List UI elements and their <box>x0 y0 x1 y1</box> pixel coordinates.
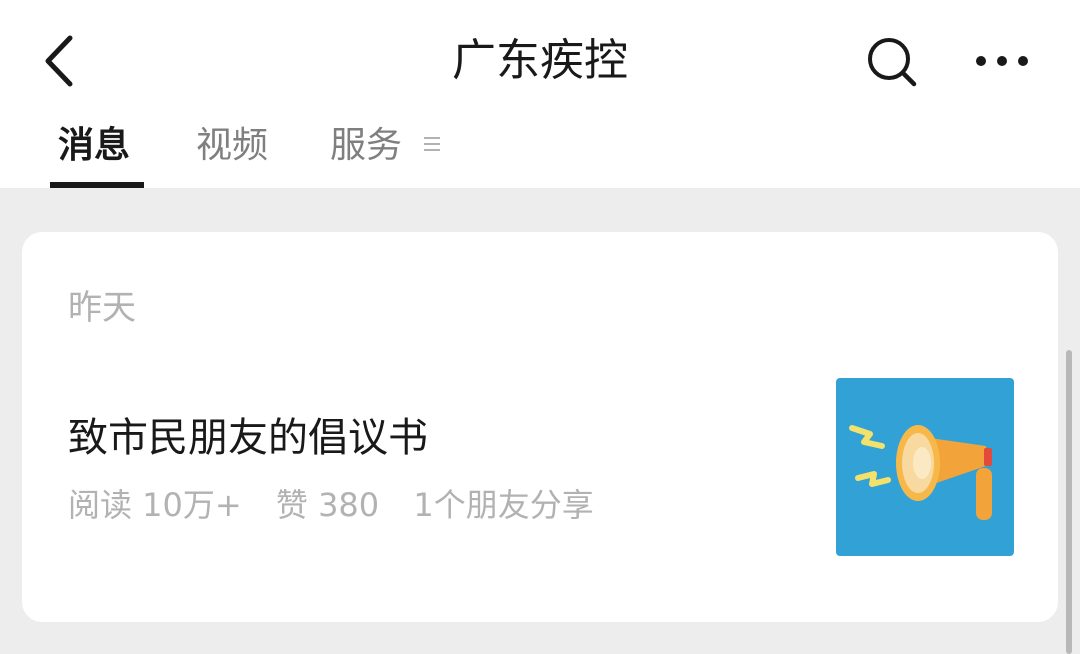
message-card: 昨天 致市民朋友的倡议书 阅读 10万+ 赞 380 1个朋友分享 <box>22 232 1058 622</box>
read-count: 阅读 10万+ <box>68 486 242 524</box>
tab-videos[interactable]: 视频 <box>196 118 268 174</box>
article-meta: 阅读 10万+ 赞 380 1个朋友分享 <box>68 482 618 528</box>
active-tab-indicator <box>50 182 144 188</box>
article-title[interactable]: 致市民朋友的倡议书 <box>68 410 428 466</box>
date-label: 昨天 <box>68 288 136 328</box>
search-button[interactable] <box>860 32 924 92</box>
tab-messages[interactable]: 消息 <box>58 118 130 174</box>
megaphone-icon <box>849 425 992 520</box>
search-icon <box>868 38 917 87</box>
like-count: 赞 380 <box>275 486 380 524</box>
article-item[interactable]: 致市民朋友的倡议书 阅读 10万+ 赞 380 1个朋友分享 <box>22 362 1058 572</box>
more-dots-icon <box>976 56 1028 66</box>
chevron-left-icon <box>45 35 73 87</box>
top-bar: 广东疾控 消息 视频 服务 <box>0 0 1080 188</box>
page-title: 广东疾控 <box>452 35 628 86</box>
more-button[interactable] <box>970 38 1034 84</box>
share-count: 1个朋友分享 <box>413 486 594 524</box>
back-button[interactable] <box>30 28 90 94</box>
article-thumbnail[interactable] <box>836 378 1014 556</box>
scrollbar[interactable] <box>1066 350 1072 654</box>
menu-icon[interactable] <box>424 137 440 155</box>
tab-services[interactable]: 服务 <box>330 118 402 174</box>
